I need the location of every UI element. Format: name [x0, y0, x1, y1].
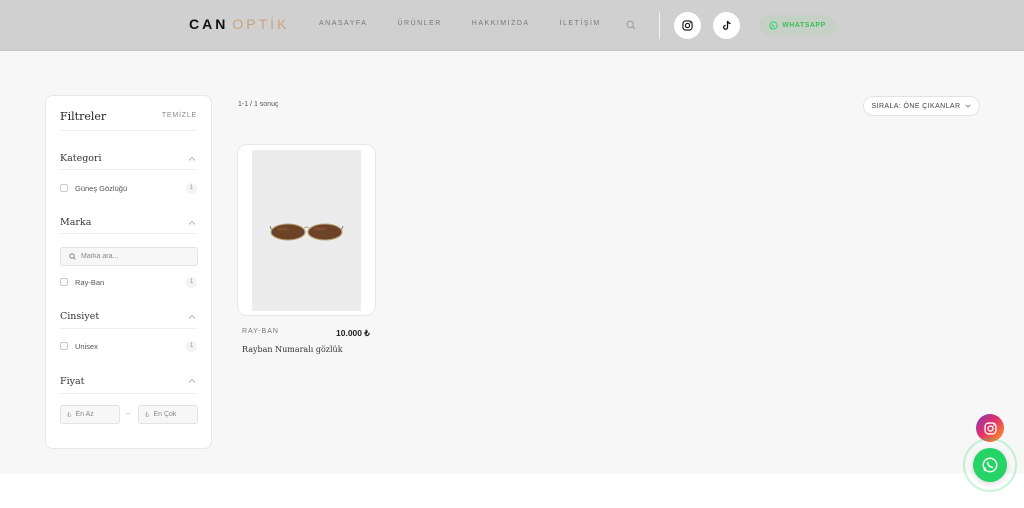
price-max-input[interactable]	[153, 411, 194, 418]
floating-whatsapp-button[interactable]	[973, 448, 1007, 482]
price-section-title[interactable]: Fiyat	[60, 376, 84, 387]
nav-item-products[interactable]: ÜRÜNLER	[397, 20, 441, 27]
whatsapp-icon	[982, 457, 998, 473]
brand-section-title[interactable]: Marka	[60, 217, 91, 228]
brand-search-field[interactable]	[60, 247, 198, 266]
instagram-icon	[682, 20, 693, 31]
whatsapp-header-button[interactable]: WHATSAPP	[759, 15, 836, 35]
tiktok-icon	[722, 20, 731, 30]
sort-dropdown[interactable]: SIRALA: ÖNE ÇIKANLAR	[863, 96, 980, 116]
currency-symbol: ₺	[67, 411, 72, 419]
product-name[interactable]: Rayban Numaralı gözlük	[242, 345, 343, 354]
result-count: 1-1 / 1 sonuç	[238, 101, 279, 108]
option-label: Güneş Gözlüğü	[75, 183, 128, 193]
checkbox[interactable]	[60, 342, 68, 350]
nav-item-contact[interactable]: İLETİŞİM	[560, 20, 601, 27]
option-label: Unisex	[75, 341, 98, 351]
checkbox[interactable]	[60, 184, 68, 192]
filters-sidebar: Filtreler TEMİZLE Kategori Güneş Gözlüğü…	[45, 95, 212, 449]
option-count: 1	[186, 182, 197, 194]
chevron-up-icon[interactable]	[188, 313, 196, 321]
site-logo[interactable]: CAN OPTİK	[189, 16, 289, 32]
divider	[60, 130, 197, 131]
logo-accent-text: OPTİK	[232, 16, 290, 32]
clear-filters-button[interactable]: TEMİZLE	[162, 112, 197, 119]
option-count: 1	[186, 276, 197, 288]
main-nav: ANASAYFA ÜRÜNLER HAKKIMIZDA İLETİŞİM	[319, 20, 631, 27]
filter-option-unisex[interactable]: Unisex 1	[60, 340, 197, 352]
filters-title: Filtreler	[60, 110, 107, 123]
whatsapp-label: WHATSAPP	[782, 21, 826, 29]
logo-main-text: CAN	[189, 16, 229, 32]
product-card[interactable]	[237, 144, 376, 316]
divider	[60, 393, 197, 394]
price-separator: –	[126, 409, 131, 418]
price-max-field[interactable]: ₺	[138, 405, 198, 424]
instagram-icon	[983, 421, 997, 435]
instagram-button[interactable]	[674, 12, 701, 39]
search-button[interactable]	[624, 18, 638, 32]
product-image[interactable]	[252, 150, 361, 311]
category-section-title[interactable]: Kategori	[60, 153, 102, 164]
filter-option-rayban[interactable]: Ray-Ban 1	[60, 276, 197, 288]
divider	[60, 233, 197, 234]
checkbox[interactable]	[60, 278, 68, 286]
product-brand: RAY-BAN	[242, 328, 279, 335]
nav-item-home[interactable]: ANASAYFA	[319, 20, 367, 27]
product-price: 10.000 ₺	[336, 328, 370, 338]
filter-option-sunglasses[interactable]: Güneş Gözlüğü 1	[60, 182, 197, 194]
sort-label: SIRALA: ÖNE ÇIKANLAR	[871, 102, 961, 110]
chevron-up-icon[interactable]	[188, 377, 196, 385]
option-label: Ray-Ban	[75, 277, 105, 287]
option-count: 1	[186, 340, 197, 352]
search-icon	[69, 253, 76, 260]
price-min-field[interactable]: ₺	[60, 405, 120, 424]
price-min-input[interactable]	[75, 411, 116, 418]
sunglasses-image	[269, 223, 344, 241]
whatsapp-icon	[769, 20, 778, 30]
currency-symbol: ₺	[145, 411, 150, 419]
chevron-down-icon	[965, 104, 972, 108]
site-header: CAN OPTİK ANASAYFA ÜRÜNLER HAKKIMIZDA İLE…	[0, 0, 1024, 51]
gender-section-title[interactable]: Cinsiyet	[60, 311, 99, 322]
nav-item-about[interactable]: HAKKIMIZDA	[472, 20, 530, 27]
chevron-up-icon[interactable]	[188, 155, 196, 163]
search-icon	[626, 20, 636, 30]
divider	[60, 328, 197, 329]
brand-search-input[interactable]	[81, 253, 191, 260]
tiktok-button[interactable]	[713, 12, 740, 39]
chevron-up-icon[interactable]	[188, 219, 196, 227]
header-divider	[659, 12, 660, 39]
divider	[60, 169, 197, 170]
footer-strip	[0, 474, 1024, 508]
